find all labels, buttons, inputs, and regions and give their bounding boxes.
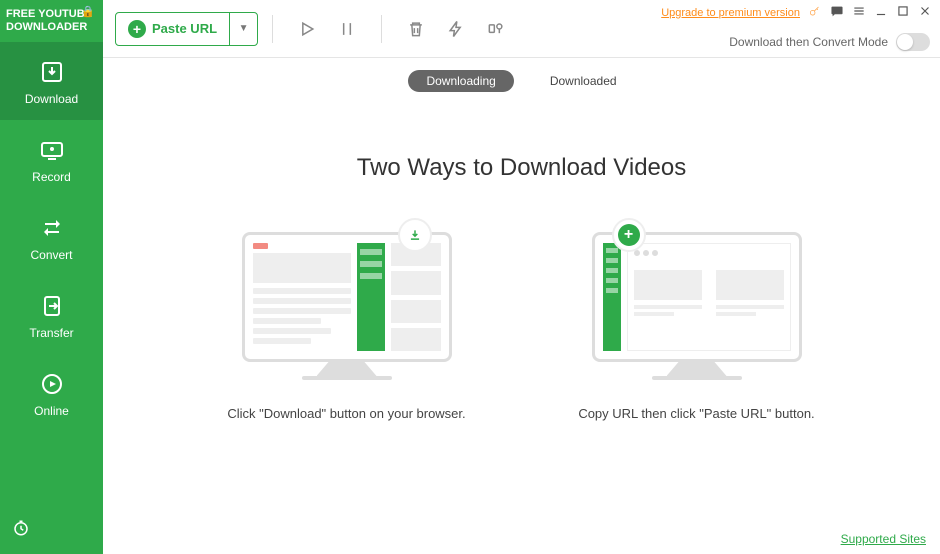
sidebar-bottom bbox=[0, 507, 103, 554]
nav-label: Record bbox=[32, 170, 71, 184]
lock-icon: 🔒 bbox=[81, 6, 95, 19]
download-badge bbox=[398, 218, 432, 252]
mode-label: Download then Convert Mode bbox=[729, 35, 888, 49]
key-icon[interactable] bbox=[808, 4, 822, 21]
clock-icon[interactable] bbox=[12, 519, 30, 542]
tab-downloaded[interactable]: Downloaded bbox=[532, 70, 635, 92]
feedback-icon[interactable] bbox=[830, 4, 844, 21]
nav-label: Online bbox=[34, 404, 69, 418]
toolbar: + Paste URL ▼ Upgrade to premium version… bbox=[103, 0, 940, 58]
content: Two Ways to Download Videos bbox=[103, 104, 940, 524]
nav-convert[interactable]: Convert bbox=[0, 198, 103, 276]
nav-record[interactable]: Record bbox=[0, 120, 103, 198]
settings-button[interactable] bbox=[486, 19, 506, 39]
upgrade-link[interactable]: Upgrade to premium version bbox=[661, 7, 800, 19]
nav-label: Download bbox=[25, 92, 78, 106]
tabs: Downloading Downloaded bbox=[103, 58, 940, 104]
window-controls-row: Upgrade to premium version bbox=[661, 4, 932, 21]
footer: Supported Sites bbox=[103, 524, 940, 554]
paste-label: Paste URL bbox=[152, 21, 217, 36]
paste-dropdown[interactable]: ▼ bbox=[229, 13, 257, 45]
pause-button[interactable] bbox=[337, 19, 357, 39]
play-button[interactable] bbox=[297, 19, 317, 39]
mode-toggle[interactable] bbox=[896, 33, 930, 51]
nav-transfer[interactable]: Transfer bbox=[0, 276, 103, 354]
main-area: + Paste URL ▼ Upgrade to premium version… bbox=[103, 0, 940, 554]
menu-icon[interactable] bbox=[852, 4, 866, 21]
maximize-icon[interactable] bbox=[896, 4, 910, 21]
monitor-illustration: + bbox=[592, 232, 802, 380]
monitor-illustration bbox=[242, 232, 452, 380]
way-paste-text: Copy URL then click "Paste URL" button. bbox=[578, 404, 814, 424]
speed-button[interactable] bbox=[446, 19, 466, 39]
record-icon bbox=[38, 138, 66, 162]
plus-badge: + bbox=[612, 218, 646, 252]
way-browser: Click "Download" button on your browser. bbox=[217, 232, 477, 424]
nav-download[interactable]: Download bbox=[0, 42, 103, 120]
app-logo: FREE YOUTUBE DOWNLOADER 🔒 bbox=[0, 0, 103, 42]
content-title: Two Ways to Download Videos bbox=[357, 154, 687, 182]
paste-url-button[interactable]: + Paste URL ▼ bbox=[115, 12, 258, 46]
sidebar: FREE YOUTUBE DOWNLOADER 🔒 Download Recor… bbox=[0, 0, 103, 554]
plus-icon: + bbox=[128, 20, 146, 38]
way-browser-text: Click "Download" button on your browser. bbox=[227, 404, 465, 424]
way-paste: + bbox=[567, 232, 827, 424]
separator bbox=[272, 15, 273, 43]
online-icon bbox=[38, 372, 66, 396]
nav-label: Transfer bbox=[29, 326, 73, 340]
supported-sites-link[interactable]: Supported Sites bbox=[841, 532, 926, 546]
paste-url-main: + Paste URL bbox=[116, 20, 229, 38]
delete-button[interactable] bbox=[406, 19, 426, 39]
download-icon bbox=[38, 60, 66, 84]
convert-icon bbox=[38, 216, 66, 240]
ways-row: Click "Download" button on your browser.… bbox=[217, 232, 827, 424]
mode-row: Download then Convert Mode bbox=[729, 33, 930, 51]
close-icon[interactable] bbox=[918, 4, 932, 21]
nav-online[interactable]: Online bbox=[0, 354, 103, 432]
minimize-icon[interactable] bbox=[874, 4, 888, 21]
app-title: FREE YOUTUBE DOWNLOADER bbox=[6, 8, 92, 33]
tab-downloading[interactable]: Downloading bbox=[408, 70, 513, 92]
separator bbox=[381, 15, 382, 43]
nav-label: Convert bbox=[30, 248, 72, 262]
transfer-icon bbox=[38, 294, 66, 318]
